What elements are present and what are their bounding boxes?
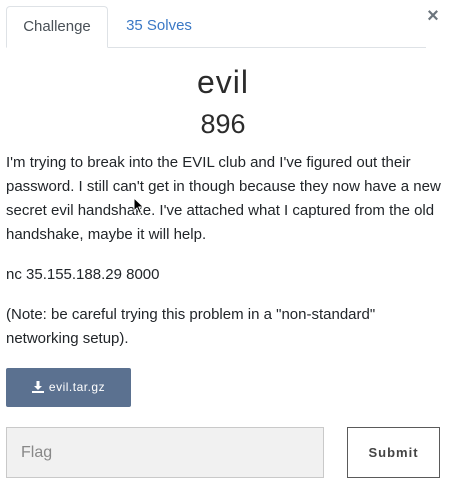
mouse-cursor-icon bbox=[133, 197, 145, 215]
download-icon bbox=[31, 381, 44, 393]
download-file-label: evil.tar.gz bbox=[48, 380, 106, 394]
connection-info: nc 35.155.188.29 8000 bbox=[6, 266, 160, 283]
challenge-description: I'm trying to break into the EVIL club a… bbox=[6, 154, 441, 243]
flag-input[interactable] bbox=[6, 427, 324, 478]
download-file-button[interactable]: evil.tar.gz bbox=[6, 368, 131, 407]
close-icon[interactable]: × bbox=[425, 6, 441, 26]
challenge-note: (Note: be careful trying this problem in… bbox=[6, 306, 376, 347]
tab-challenge[interactable]: Challenge bbox=[6, 6, 108, 48]
challenge-points: 896 bbox=[200, 109, 246, 139]
challenge-tabs: Challenge 35 Solves bbox=[6, 6, 426, 48]
submit-button[interactable]: Submit bbox=[347, 427, 440, 478]
tab-solves[interactable]: 35 Solves bbox=[110, 6, 208, 47]
challenge-title: evil bbox=[196, 64, 249, 100]
